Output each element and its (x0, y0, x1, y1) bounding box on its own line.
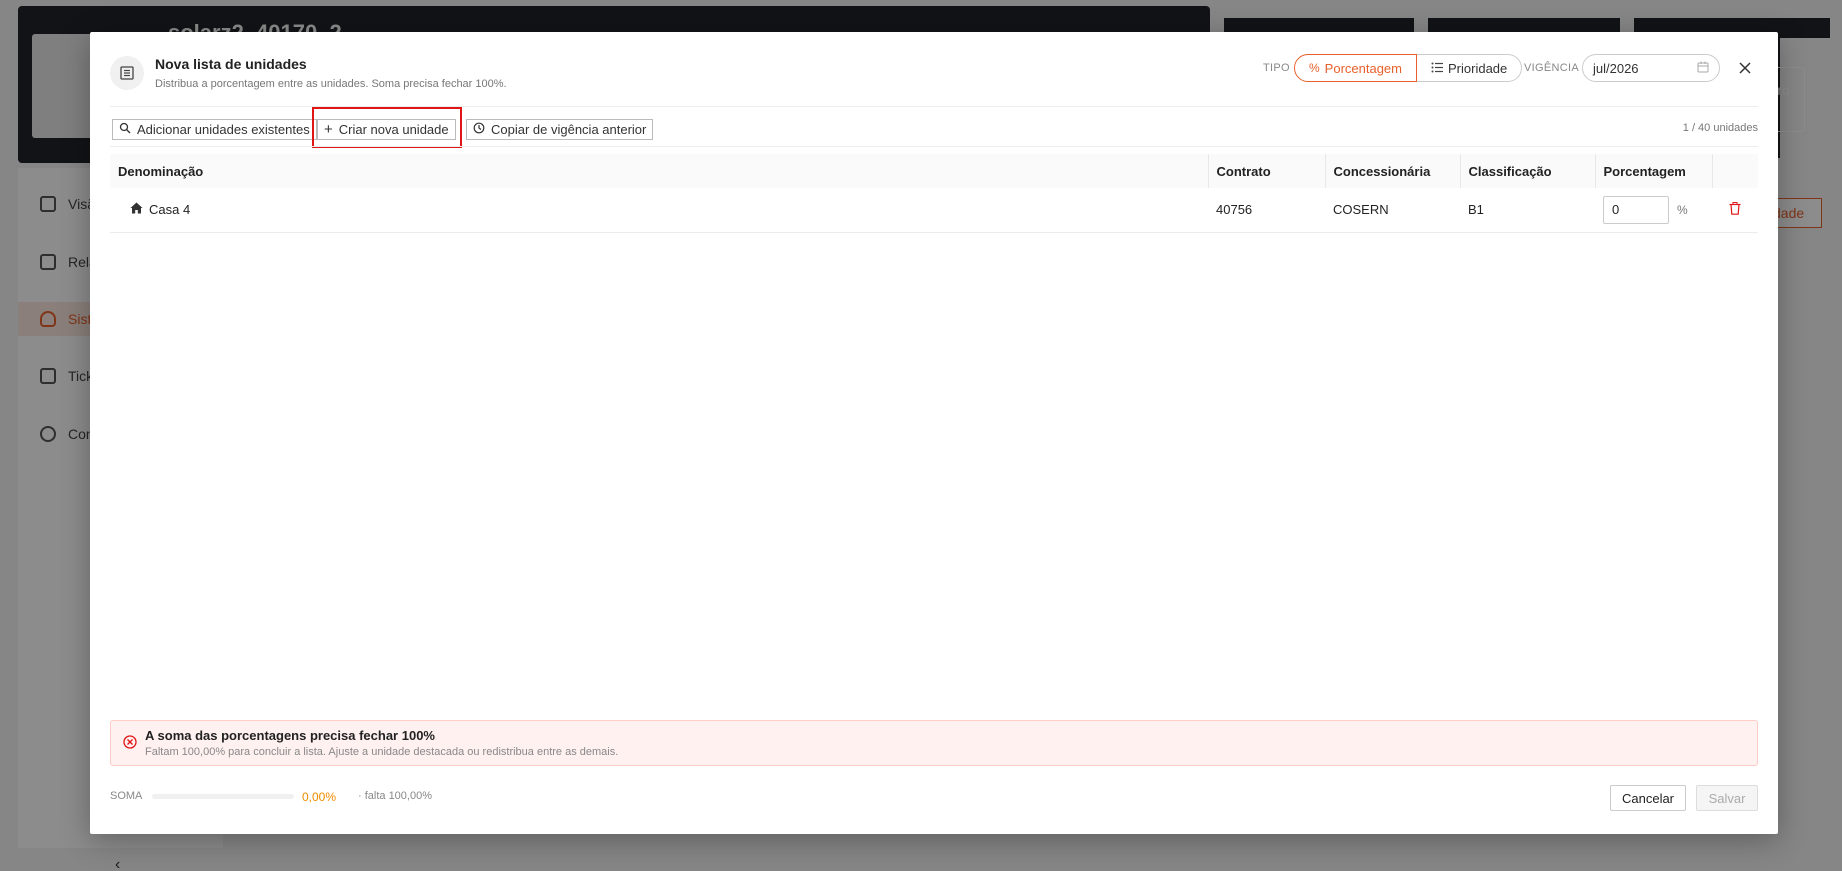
copy-previous-label: Copiar de vigência anterior (491, 122, 647, 137)
header-divider (110, 106, 1758, 107)
create-new-label: Criar nova unidade (338, 122, 449, 137)
col-concessionaria[interactable]: Concessionária (1325, 154, 1461, 188)
modal-subtitle: Distribua a porcentagem entre as unidade… (155, 78, 507, 90)
cell-porcentagem: % (1595, 188, 1712, 233)
error-circle-icon (123, 735, 137, 754)
tipo-segmented-control: % Porcentagem Prioridade (1294, 54, 1523, 82)
vigencia-date-picker[interactable]: jul/2026 (1582, 54, 1720, 82)
unit-name: Casa 4 (149, 202, 191, 218)
ordered-list-icon (1431, 61, 1443, 76)
soma-progress-bar (152, 794, 294, 799)
cell-concessionaria: COSERN (1325, 188, 1460, 233)
cell-contrato: 40756 (1208, 188, 1325, 233)
col-contrato[interactable]: Contrato (1208, 154, 1326, 188)
cell-classificacao: B1 (1460, 188, 1595, 233)
cell-denominacao: Casa 4 (110, 188, 1208, 233)
create-new-unit-button[interactable]: + Criar nova unidade (317, 119, 456, 140)
alert-description: Faltam 100,00% para concluir a lista. Aj… (145, 746, 619, 758)
add-existing-label: Adicionar unidades existentes (137, 122, 310, 137)
tipo-label: TIPO (1263, 62, 1290, 74)
percent-icon: % (1309, 61, 1320, 75)
copy-previous-button[interactable]: Copiar de vigência anterior (466, 119, 654, 140)
tipo-porcentagem-button[interactable]: % Porcentagem (1294, 54, 1417, 82)
calendar-icon (1697, 61, 1709, 76)
modal-dialog: Nova lista de unidades Distribua a porce… (90, 32, 1778, 834)
tipo-prioridade-label: Prioridade (1448, 60, 1508, 76)
col-actions (1712, 154, 1758, 188)
list-icon (110, 56, 144, 90)
vigencia-value: jul/2026 (1593, 60, 1639, 76)
home-icon (130, 202, 143, 217)
col-denominacao[interactable]: Denominação (110, 154, 1209, 188)
soma-value: 0,00% (302, 790, 337, 804)
search-icon (119, 122, 131, 137)
modal-title: Nova lista de unidades (155, 56, 307, 72)
units-count: 1 / 40 unidades (1682, 122, 1758, 134)
close-icon[interactable] (1735, 58, 1755, 78)
falta-text: · falta 100,00% (358, 790, 432, 802)
tipo-porcentagem-label: Porcentagem (1324, 60, 1402, 76)
history-icon (473, 122, 485, 137)
alert-title: A soma das porcentagens precisa fechar 1… (145, 728, 435, 743)
soma-label: SOMA (110, 790, 143, 802)
add-existing-units-button[interactable]: Adicionar unidades existentes (112, 119, 317, 140)
error-alert: A soma das porcentagens precisa fechar 1… (110, 720, 1758, 766)
toolbar-divider (110, 146, 1758, 147)
table-header-row: Denominação Contrato Concessionária Clas… (110, 154, 1758, 188)
cancel-button[interactable]: Cancelar (1610, 785, 1686, 811)
tipo-prioridade-button[interactable]: Prioridade (1417, 54, 1523, 82)
units-table: Denominação Contrato Concessionária Clas… (110, 154, 1758, 233)
col-porcentagem[interactable]: Porcentagem (1595, 154, 1713, 188)
percentage-input[interactable] (1603, 195, 1669, 224)
cell-actions (1712, 188, 1758, 233)
save-button[interactable]: Salvar (1696, 785, 1758, 811)
vigencia-label: VIGÊNCIA (1524, 62, 1579, 74)
plus-icon: + (324, 121, 333, 138)
table-row: Casa 4 40756 COSERN B1 % (110, 188, 1758, 233)
trash-icon[interactable] (1729, 201, 1741, 218)
col-classificacao[interactable]: Classificação (1460, 154, 1596, 188)
percent-symbol: % (1677, 202, 1688, 217)
